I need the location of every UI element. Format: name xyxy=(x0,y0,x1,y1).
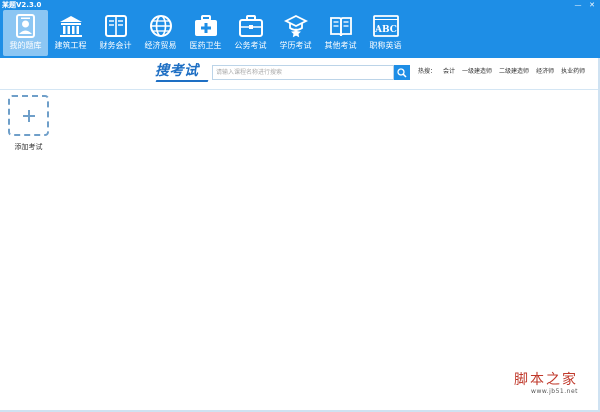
hot-link-second-class-constructor[interactable]: 二级建造师 xyxy=(499,67,529,77)
medical-kit-icon xyxy=(192,12,220,40)
watermark-url: www.jb51.net xyxy=(531,388,578,395)
hot-search-label: 热搜： xyxy=(418,68,437,75)
nav-label: 医药卫生 xyxy=(189,41,222,50)
graduate-icon xyxy=(282,12,310,40)
plus-icon xyxy=(22,109,35,122)
hot-link-accounting[interactable]: 会计 xyxy=(443,67,455,77)
search-button[interactable] xyxy=(394,65,410,80)
nav-label: 财务会计 xyxy=(99,41,132,50)
nav-item-degree-exam[interactable]: 学历考试 xyxy=(273,10,318,56)
hot-link-licensed-pharmacist[interactable]: 执业药师 xyxy=(561,67,585,77)
svg-text:ABC: ABC xyxy=(374,25,397,35)
nav-item-other-exams[interactable]: 其他考试 xyxy=(318,10,363,56)
header-divider xyxy=(0,89,600,90)
add-exam-label: 添加考试 xyxy=(14,143,43,151)
nav-label: 建筑工程 xyxy=(54,41,87,50)
search-input[interactable] xyxy=(212,65,394,80)
book-icon xyxy=(102,12,130,40)
nav-label: 公务考试 xyxy=(234,41,267,50)
nav-label: 我的题库 xyxy=(9,41,42,50)
close-button[interactable]: ✕ xyxy=(587,0,597,10)
globe-icon xyxy=(147,12,175,40)
nav-item-my-question-bank[interactable]: 我的题库 xyxy=(3,10,48,56)
nav-label: 其他考试 xyxy=(324,41,357,50)
nav-item-medicine[interactable]: 医药卫生 xyxy=(183,10,228,56)
nav-item-civil-service[interactable]: 公务考试 xyxy=(228,10,273,56)
nav-label: 职称英语 xyxy=(369,41,402,50)
abc-icon: ABC xyxy=(372,12,400,40)
question-bank-icon xyxy=(12,12,40,40)
watermark-title: 脚本之家 xyxy=(514,372,578,388)
hot-link-economist[interactable]: 经济师 xyxy=(536,67,554,77)
nav-label: 学历考试 xyxy=(279,41,312,50)
top-toolbar: 某题V2.3.0 — ✕ 我的题库 建筑工程 财务会计 经济贸易 医药卫生 公务… xyxy=(0,0,600,58)
window-controls: — ✕ xyxy=(573,0,597,10)
logo-underline xyxy=(155,80,209,82)
minimize-button[interactable]: — xyxy=(573,0,583,10)
building-icon xyxy=(57,12,85,40)
nav-item-accounting[interactable]: 财务会计 xyxy=(93,10,138,56)
hot-search: 热搜： 会计 一级建造师 二级建造师 经济师 执业药师 xyxy=(418,67,585,77)
briefcase-icon xyxy=(237,12,265,40)
watermark: 脚本之家 www.jb51.net xyxy=(514,372,578,396)
add-exam-button[interactable] xyxy=(8,95,49,136)
hot-link-first-class-constructor[interactable]: 一级建造师 xyxy=(462,67,492,77)
nav-item-professional-english[interactable]: ABC 职称英语 xyxy=(363,10,408,56)
open-book-icon xyxy=(327,12,355,40)
category-nav: 我的题库 建筑工程 财务会计 经济贸易 医药卫生 公务考试 学历考试 其他考试 … xyxy=(3,10,408,56)
nav-label: 经济贸易 xyxy=(144,41,177,50)
nav-item-construction[interactable]: 建筑工程 xyxy=(48,10,93,56)
nav-item-economy-trade[interactable]: 经济贸易 xyxy=(138,10,183,56)
search-logo: 搜考试 xyxy=(155,63,199,79)
window-title: 某题V2.3.0 xyxy=(2,1,42,9)
search-icon xyxy=(397,67,407,78)
